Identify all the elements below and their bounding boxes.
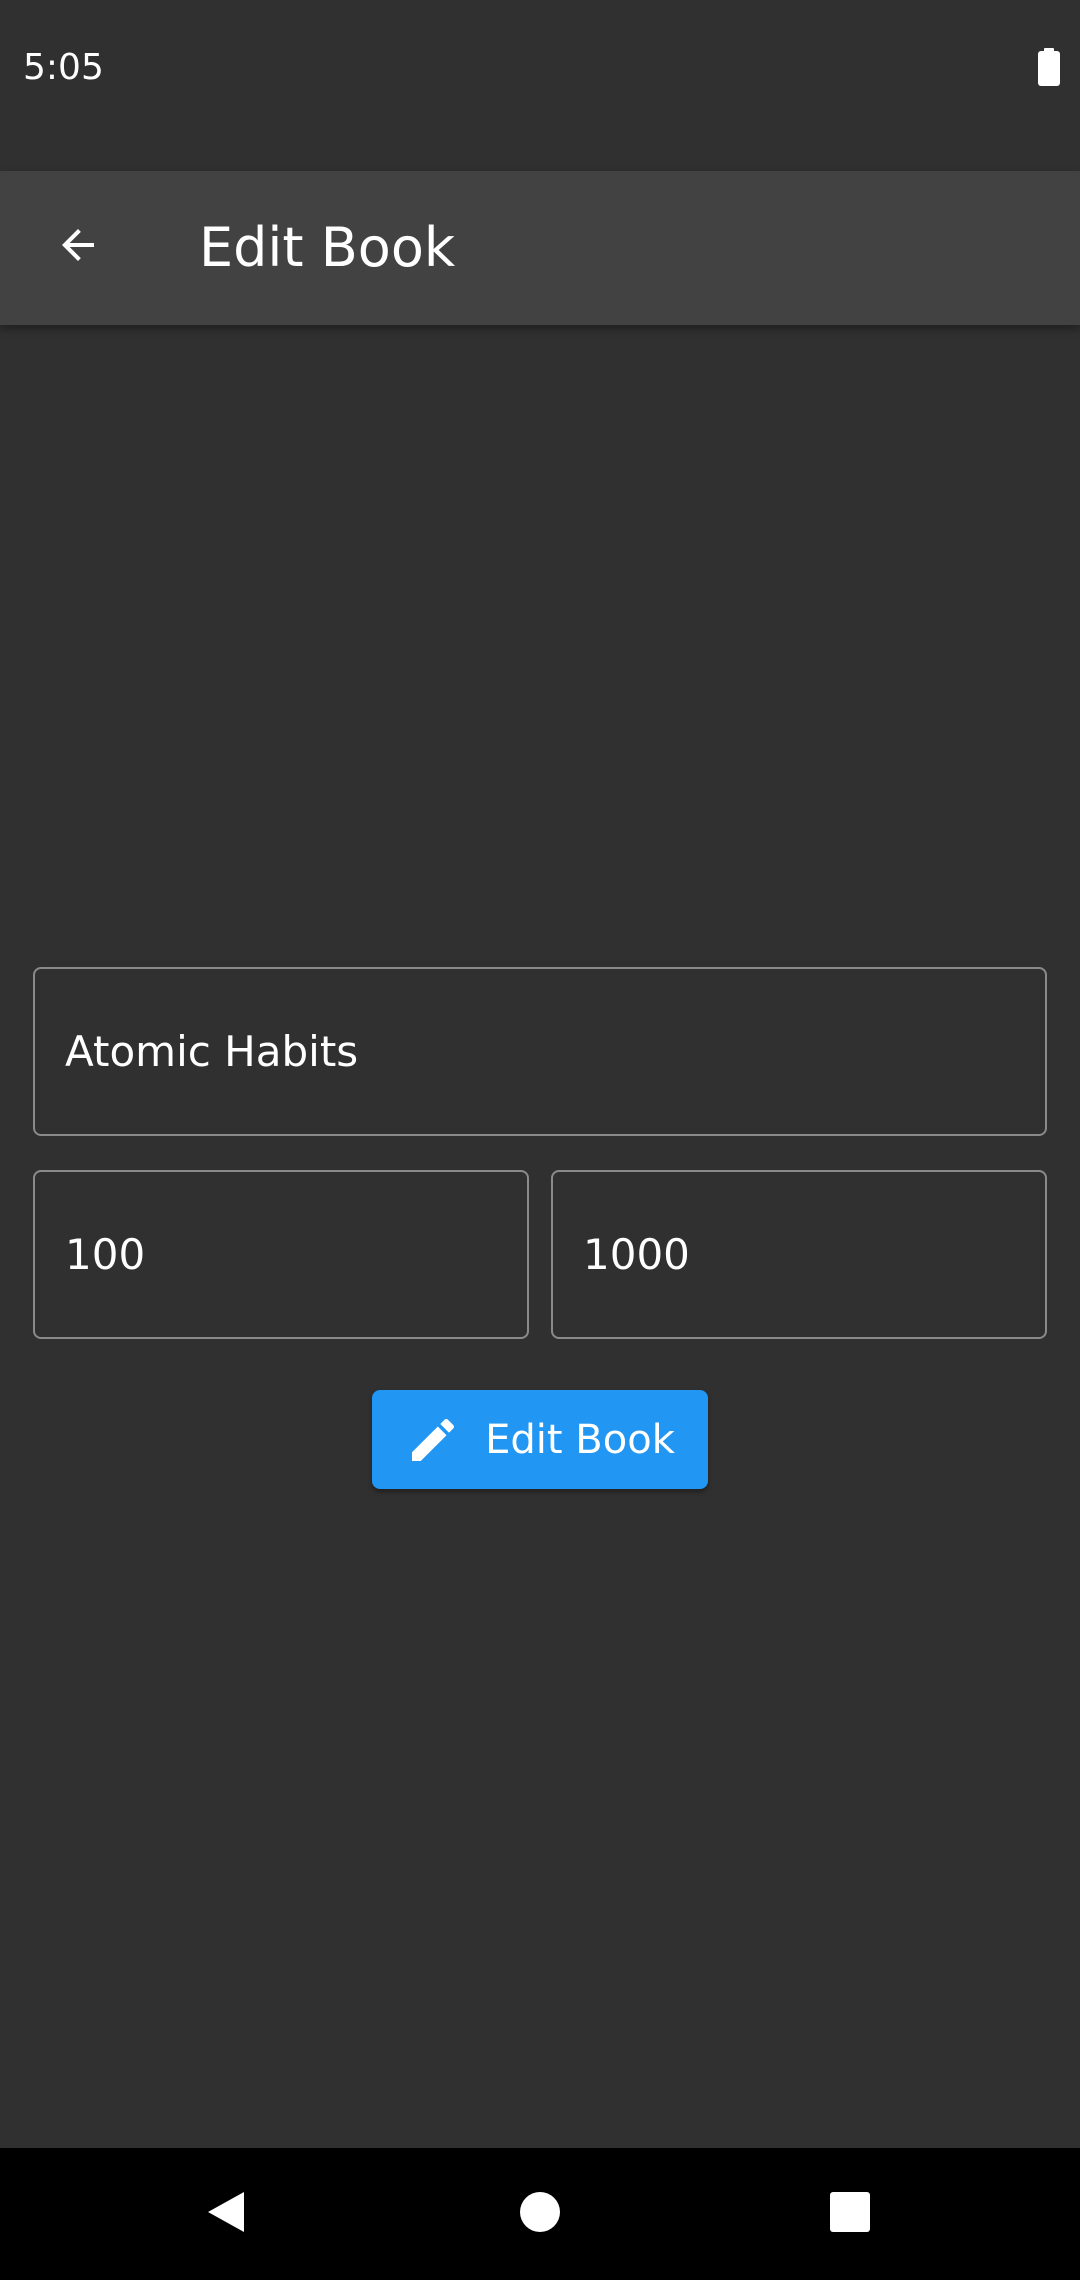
book-title-value: Atomic Habits xyxy=(65,1027,359,1076)
total-pages-field[interactable]: 1000 xyxy=(551,1170,1047,1339)
nav-back-icon xyxy=(204,2188,248,2240)
back-button[interactable] xyxy=(36,205,120,289)
edit-book-button[interactable]: Edit Book xyxy=(372,1390,708,1489)
pencil-icon xyxy=(405,1412,461,1468)
nav-recents-icon xyxy=(829,2191,871,2237)
app-bar: Edit Book xyxy=(0,171,1080,325)
edit-book-button-label: Edit Book xyxy=(485,1416,675,1463)
current-page-value: 100 xyxy=(65,1230,146,1279)
battery-full-icon xyxy=(1038,48,1060,86)
page-title: Edit Book xyxy=(199,216,456,279)
nav-recents-button[interactable] xyxy=(814,2178,886,2250)
nav-back-button[interactable] xyxy=(190,2178,262,2250)
status-bar: 5:05 xyxy=(0,0,1080,171)
total-pages-value: 1000 xyxy=(583,1230,690,1279)
status-time: 5:05 xyxy=(23,47,104,88)
nav-home-icon xyxy=(518,2190,562,2238)
current-page-field[interactable]: 100 xyxy=(33,1170,529,1339)
book-title-field[interactable]: Atomic Habits xyxy=(33,967,1047,1136)
screen: 5:05 Edit Book Atomic Habits 100 1000 Ed… xyxy=(0,0,1080,2280)
arrow-back-icon xyxy=(54,221,102,273)
system-nav-bar xyxy=(0,2148,1080,2280)
nav-home-button[interactable] xyxy=(504,2178,576,2250)
